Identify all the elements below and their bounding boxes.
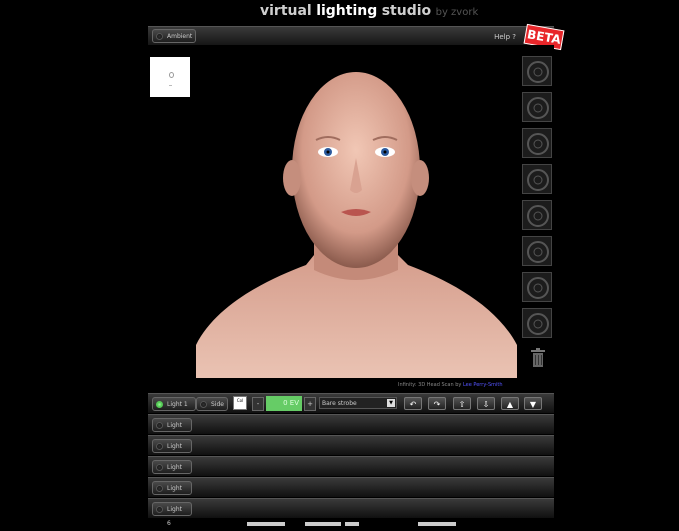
swatch-label: Col [236, 398, 244, 403]
light-slot[interactable] [522, 92, 552, 122]
light-slot[interactable] [522, 272, 552, 302]
move-down-icon: ⇩ [482, 400, 490, 409]
rotate-left-button[interactable]: ↶ [404, 397, 422, 410]
portrait-render [196, 72, 517, 378]
footer-button[interactable] [418, 522, 456, 526]
ambient-led-icon [156, 33, 163, 40]
header: virtual lighting studio by zvork [0, 0, 679, 26]
light-5-button[interactable]: Light 5 [152, 481, 192, 506]
aperture-icon [527, 133, 549, 155]
image-credit: Infinity: 3D Head Scan by Lee Perry-Smit… [398, 382, 503, 388]
modifier-value: Bare strobe [322, 400, 357, 407]
raise-button[interactable]: ▲ [501, 397, 519, 410]
help-link[interactable]: Help ? [494, 33, 516, 41]
aperture-icon [527, 241, 549, 263]
light-3-button[interactable]: Light 3 [152, 439, 192, 464]
move-down-button[interactable]: ⇩ [477, 397, 495, 410]
lighting-diagram-thumbnail[interactable] [150, 57, 190, 97]
light-slot[interactable] [522, 308, 552, 338]
rotate-right-icon: ↷ [433, 400, 441, 409]
inc-label: + [307, 400, 313, 408]
ev-decrease-button[interactable]: - [252, 397, 264, 411]
led-icon [156, 422, 163, 429]
move-up-button[interactable]: ⇧ [453, 397, 471, 410]
light-row: Light 6 [148, 498, 554, 527]
subject-marker-icon [169, 72, 174, 78]
led-icon [156, 443, 163, 450]
lower-button[interactable]: ▼ [524, 397, 542, 410]
light-row: Light 5 [148, 477, 554, 506]
rotate-left-icon: ↶ [409, 400, 417, 409]
light-row: Light 2 [148, 414, 554, 443]
dec-label: - [256, 400, 260, 408]
led-icon [156, 485, 163, 492]
light-slot[interactable] [522, 200, 552, 230]
chevron-down-icon: ▼ [387, 399, 395, 407]
ev-value-field[interactable]: 0 EV [266, 396, 302, 411]
led-icon [156, 464, 163, 471]
ev-value: 0 EV [283, 399, 299, 407]
rotate-right-button[interactable]: ↷ [428, 397, 446, 410]
title-virtual: virtual [260, 3, 312, 19]
light-slot[interactable] [522, 236, 552, 266]
footer-button[interactable] [305, 522, 341, 526]
aperture-icon [527, 169, 549, 191]
light-2-button[interactable]: Light 2 [152, 418, 192, 443]
color-swatch[interactable]: Col [233, 396, 247, 410]
title-lighting: lighting [316, 3, 378, 19]
side-label: Side [211, 401, 224, 408]
aperture-icon [527, 61, 549, 83]
lower-icon: ▼ [529, 400, 537, 409]
aperture-icon [527, 97, 549, 119]
raise-icon: ▲ [506, 400, 514, 409]
light-slot[interactable] [522, 128, 552, 158]
side-led-icon [200, 401, 207, 408]
move-up-icon: ⇧ [458, 400, 466, 409]
light-row-active: Light 1 Side Col - 0 EV + Bare strobe ▼ … [148, 393, 554, 413]
light-4-button[interactable]: Light 4 [152, 460, 192, 485]
title-studio: studio [381, 3, 432, 19]
ambient-button[interactable]: Ambient [152, 29, 196, 43]
side-button[interactable]: Side [196, 397, 228, 411]
aperture-icon [527, 205, 549, 227]
light-6-label: Light 6 [167, 506, 182, 527]
ev-increase-button[interactable]: + [304, 397, 316, 411]
light-6-button[interactable]: Light 6 [152, 502, 192, 527]
credit-link[interactable]: Lee Perry-Smith [463, 382, 503, 388]
aperture-icon [527, 313, 549, 335]
top-toolbar: Ambient Help ? [148, 26, 554, 46]
light-slots [522, 56, 554, 344]
footer-button[interactable] [247, 522, 285, 526]
light-row: Light 3 [148, 435, 554, 464]
footer-button[interactable] [345, 522, 359, 526]
light-1-label: Light 1 [167, 401, 188, 408]
modifier-select[interactable]: Bare strobe ▼ [319, 397, 397, 409]
led-icon [156, 506, 163, 513]
light-row: Light 4 [148, 456, 554, 485]
title-by: by zvork [435, 7, 479, 18]
camera-marker-icon [169, 85, 172, 86]
light-on-led-icon [156, 401, 163, 408]
light-1-button[interactable]: Light 1 [152, 397, 196, 411]
ambient-label: Ambient [167, 33, 193, 40]
light-slot[interactable] [522, 164, 552, 194]
app-title: virtual lighting studio by zvork [260, 2, 478, 22]
light-slot[interactable] [522, 56, 552, 86]
trash-icon[interactable] [531, 348, 545, 368]
credit-text: Infinity: 3D Head Scan by [398, 382, 462, 388]
aperture-icon [527, 277, 549, 299]
